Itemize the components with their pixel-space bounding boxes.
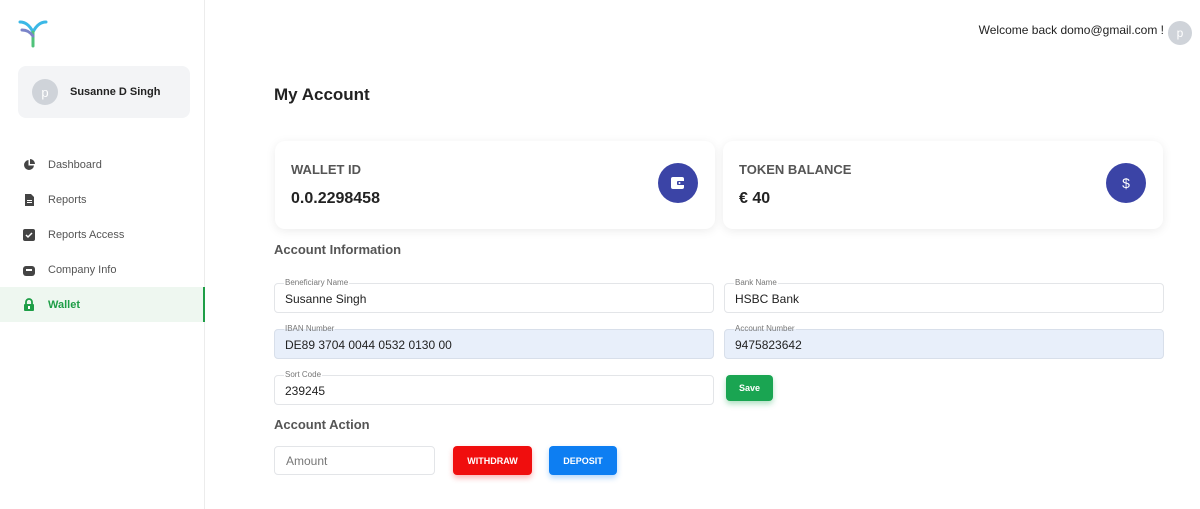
briefcase-icon [23, 264, 35, 276]
sidebar-item-dashboard[interactable]: Dashboard [0, 147, 205, 182]
checkbox-icon [23, 228, 35, 241]
withdraw-button[interactable]: WITHDRAW [453, 446, 532, 475]
lock-icon [23, 298, 35, 311]
account-information-title: Account Information [274, 242, 402, 257]
wallet-id-value: 0.0.2298458 [291, 190, 380, 207]
deposit-button[interactable]: DEPOSIT [549, 446, 617, 475]
sidebar-item-reports[interactable]: Reports [0, 182, 205, 217]
beneficiary-name-label: Beneficiary Name [284, 278, 350, 288]
account-number-field[interactable]: Account Number 9475823642 [724, 324, 1164, 359]
user-avatar[interactable]: p [1168, 21, 1192, 45]
beneficiary-name-value: Susanne Singh [285, 292, 367, 306]
sidebar-item-company-info[interactable]: Company Info [0, 252, 205, 287]
iban-number-field[interactable]: IBAN Number DE89 3704 0044 0532 0130 00 [274, 324, 714, 359]
profile-name: Susanne D Singh [70, 86, 161, 98]
account-action-title: Account Action [274, 417, 370, 432]
welcome-message: Welcome back domo@gmail.com ! [978, 23, 1164, 37]
iban-number-label: IBAN Number [284, 324, 336, 334]
token-balance-label: TOKEN BALANCE [739, 162, 852, 177]
token-balance-value: € 40 [739, 190, 771, 207]
token-balance-card: TOKEN BALANCE € 40 $ [723, 141, 1163, 229]
sidebar-item-label: Wallet [48, 298, 80, 311]
sidebar-item-wallet[interactable]: Wallet [0, 287, 205, 322]
amount-input[interactable] [274, 446, 435, 475]
document-icon [23, 193, 35, 206]
bank-name-field[interactable]: Bank Name HSBC Bank [724, 278, 1164, 313]
sidebar-nav: Dashboard Reports Reports Access Company… [0, 147, 205, 322]
pie-chart-icon [23, 158, 35, 171]
sort-code-value: 239245 [285, 384, 326, 398]
profile-card[interactable]: p Susanne D Singh [18, 66, 190, 118]
sort-code-label: Sort Code [284, 370, 323, 380]
sidebar-item-label: Dashboard [48, 158, 102, 171]
beneficiary-name-field[interactable]: Beneficiary Name Susanne Singh [274, 278, 714, 313]
bank-name-label: Bank Name [734, 278, 778, 288]
avatar: p [32, 79, 58, 105]
page-title: My Account [274, 85, 370, 104]
sidebar-item-label: Company Info [48, 263, 117, 276]
wallet-id-label: WALLET ID [291, 162, 362, 177]
account-number-value: 9475823642 [735, 338, 802, 352]
wallet-id-card: WALLET ID 0.0.2298458 [275, 141, 715, 229]
logo-icon [18, 20, 48, 48]
sidebar-item-label: Reports [48, 193, 87, 206]
sidebar-item-label: Reports Access [48, 228, 125, 241]
wallet-icon [658, 163, 698, 203]
sidebar: p Susanne D Singh Dashboard Reports Repo… [0, 0, 205, 509]
dollar-icon: $ [1106, 163, 1146, 203]
app-logo[interactable] [18, 18, 48, 48]
account-number-label: Account Number [734, 324, 796, 334]
bank-name-value: HSBC Bank [735, 292, 800, 306]
sort-code-field[interactable]: Sort Code 239245 [274, 370, 714, 405]
save-button[interactable]: Save [726, 375, 773, 401]
sidebar-item-reports-access[interactable]: Reports Access [0, 217, 205, 252]
iban-number-value: DE89 3704 0044 0532 0130 00 [285, 338, 452, 352]
